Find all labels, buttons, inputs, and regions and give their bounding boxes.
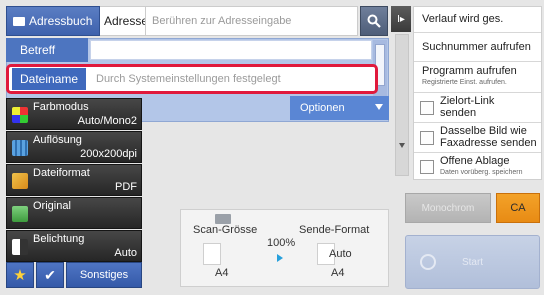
scan-paper-value: A4	[215, 267, 229, 279]
check-icon: ✔	[44, 266, 56, 283]
sidebar-item-open-storage[interactable]: Offene Ablage Daten vorüberg. speichern	[414, 153, 541, 181]
star-icon: ★	[13, 267, 27, 284]
sidebar-item-label: Verlauf wird ges.	[422, 13, 504, 25]
check-button[interactable]: ✔	[36, 262, 64, 288]
subject-label[interactable]: Betreff	[6, 38, 88, 62]
exposure-value: Auto	[114, 247, 137, 259]
ca-button[interactable]: CA	[496, 193, 540, 223]
filename-label[interactable]: Dateiname	[12, 68, 86, 90]
sidebar-item-label: Suchnummer aufrufen	[422, 41, 531, 53]
start-icon	[420, 254, 436, 270]
resolution-value: 200x200dpi	[80, 148, 137, 160]
original-label: Original	[33, 200, 71, 212]
sidebar-item-sublabel: Daten vorüberg. speichern	[440, 169, 523, 176]
exposure-icon	[12, 239, 28, 255]
options-label: Optionen	[300, 102, 345, 114]
file-format-value: PDF	[115, 181, 137, 193]
scan-size-label: Scan-Grösse	[193, 224, 258, 236]
color-mode-button[interactable]: Farbmodus Auto/Mono2	[6, 98, 142, 130]
send-auto-value: Auto	[329, 248, 352, 260]
original-icon	[12, 206, 28, 222]
others-button[interactable]: Sonstiges	[66, 262, 142, 288]
send-paper-value: A4	[331, 267, 345, 279]
sidebar-item-label: Zielort-Link senden	[440, 95, 495, 119]
sidebar-item-label: Offene Ablage	[440, 155, 510, 167]
arrow-right-icon	[277, 254, 283, 262]
color-start-button[interactable]: Start	[405, 235, 540, 289]
address-book-button[interactable]: Adressbuch	[6, 6, 100, 36]
address-book-icon	[13, 16, 25, 26]
color-start-label: Start	[461, 256, 484, 268]
sidebar-scrollbar[interactable]	[395, 34, 409, 176]
options-dropdown[interactable]: Optionen	[290, 96, 389, 120]
sidebar-actions: Verlauf wird ges. Suchnummer aufrufen Pr…	[413, 6, 542, 180]
scan-page-icon	[203, 243, 221, 265]
search-icon	[367, 14, 381, 28]
color-mode-label: Farbmodus	[33, 101, 89, 113]
scan-screen: Adressbuch Adresse Berühren zur Adressei…	[0, 0, 544, 295]
scan-preview-panel: Scan-Grösse Sende-Format 100% Auto A4 A4	[180, 209, 389, 287]
original-button[interactable]: Original	[6, 197, 142, 229]
scanner-icon	[215, 214, 231, 224]
sidebar-item-program[interactable]: Programm aufrufen Registrierte Einst. au…	[414, 62, 541, 93]
file-format-button[interactable]: Dateiformat PDF	[6, 164, 142, 196]
exposure-button[interactable]: Belichtung Auto	[6, 230, 142, 262]
favorite-button[interactable]: ★	[6, 262, 34, 288]
sidebar-item-target-link[interactable]: Zielort-Link senden	[414, 93, 541, 123]
sidebar-item-label: Programm aufrufen	[422, 65, 517, 77]
resolution-button[interactable]: Auflösung 200x200dpi	[6, 131, 142, 163]
subject-input[interactable]	[90, 40, 372, 60]
exposure-label: Belichtung	[33, 233, 85, 245]
send-format-label: Sende-Format	[299, 224, 370, 236]
sidebar-item-sublabel: Registrierte Einst. aufrufen.	[422, 79, 507, 86]
address-book-label: Adressbuch	[29, 14, 93, 28]
file-format-label: Dateiformat	[33, 167, 90, 179]
search-button[interactable]	[360, 6, 388, 36]
checkbox[interactable]	[420, 101, 434, 115]
sidebar-item-history[interactable]: Verlauf wird ges.	[414, 7, 541, 33]
file-format-icon	[12, 173, 28, 189]
chevron-down-icon	[375, 104, 383, 110]
sidebar-item-same-image[interactable]: Dasselbe Bild wie Faxadresse senden	[414, 123, 541, 153]
sidebar-item-label: Dasselbe Bild wie Faxadresse senden	[440, 125, 537, 149]
checkbox[interactable]	[420, 160, 434, 174]
bottom-button-row: ★ ✔ Sonstiges	[6, 262, 142, 288]
color-mode-value: Auto/Mono2	[77, 115, 137, 127]
ratio-value: 100%	[267, 237, 296, 249]
bw-start-button[interactable]: Monochrom	[405, 193, 491, 223]
color-mode-icon	[12, 107, 28, 123]
resolution-label: Auflösung	[33, 134, 82, 146]
sidebar-toggle[interactable]: I▸	[391, 6, 411, 32]
sidebar-item-search-number[interactable]: Suchnummer aufrufen	[414, 33, 541, 62]
address-label: Adresse	[100, 6, 148, 36]
address-input[interactable]: Berühren zur Adresseingabe	[145, 6, 358, 36]
chevron-down-icon	[399, 143, 405, 148]
checkbox[interactable]	[420, 131, 434, 145]
resolution-icon	[12, 140, 28, 156]
filename-input[interactable]: Durch Systemeinstellungen festgelegt	[88, 68, 372, 90]
